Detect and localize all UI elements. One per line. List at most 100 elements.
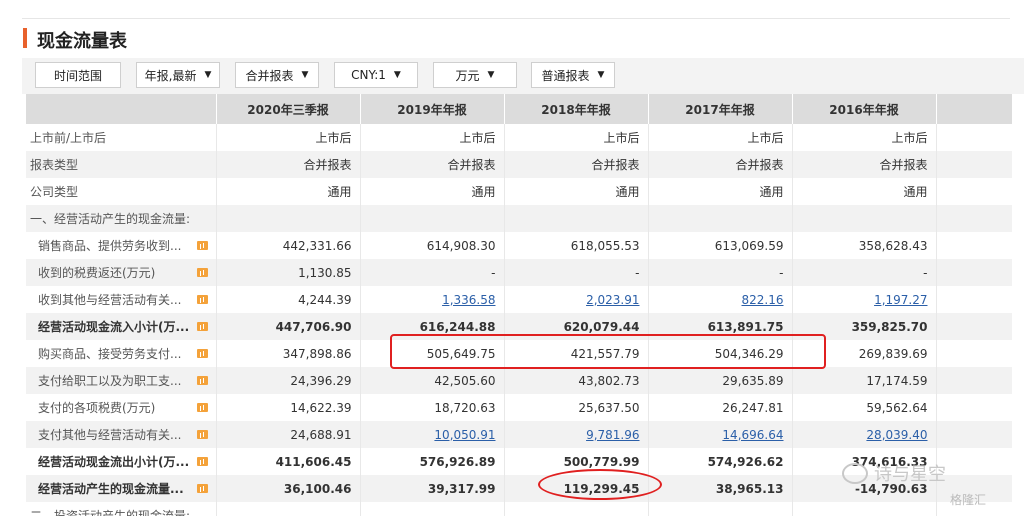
table-cell: 上市后 [504,124,649,151]
table-cell [504,502,649,516]
table-cell[interactable]: 822.16 [648,286,793,313]
caret-down-icon: ▼ [597,70,605,80]
table-cell: 合并报表 [648,151,793,178]
cell-value: 358,628.43 [858,238,928,253]
watermark-source: 格隆汇 [950,493,987,507]
bar-chart-icon[interactable] [197,457,208,466]
cell-value: 上市后 [603,131,640,145]
row-label-text: 上市前/上市后 [30,131,107,145]
row-label: 报表类型 [26,151,217,178]
table-cell: - [792,259,937,286]
header-label-cell [26,94,217,124]
row-label: 经营活动产生的现金流量... [26,475,217,502]
filler-cell [936,421,1012,448]
table-cell[interactable]: 28,039.40 [792,421,937,448]
bar-chart-icon[interactable] [197,430,208,439]
cell-value: 通用 [903,185,928,199]
value-link[interactable]: 14,696.64 [722,428,783,442]
bar-chart-icon[interactable] [197,295,208,304]
currency-dropdown[interactable]: CNY:1 ▼ [334,62,418,88]
currency-value: CNY:1 [351,68,386,82]
cell-value: 上市后 [459,131,496,145]
table-cell: 上市后 [648,124,793,151]
cell-value: 合并报表 [591,158,640,172]
column-header[interactable]: 2017年年报 [648,94,793,124]
table-cell[interactable]: 14,696.64 [648,421,793,448]
table-cell[interactable]: 2,023.91 [504,286,649,313]
table-row: 二、投资活动产生的现金流量: [26,502,1012,516]
column-header[interactable]: 2020年三季报 [216,94,361,124]
row-label-text: 一、经营活动产生的现金流量: [30,212,191,226]
row-label: 支付给职工以及为职工支... [26,367,217,394]
column-header[interactable]: 2016年年报 [792,94,937,124]
column-header[interactable]: 2018年年报 [504,94,649,124]
table-cell[interactable]: 1,336.58 [360,286,505,313]
table-cell: 26,247.81 [648,394,793,421]
time-range-label: 时间范围 [53,68,102,83]
row-label-text: 经营活动现金流出小计(万... [38,455,190,469]
row-label-text: 支付的各项税费(万元) [38,401,156,415]
cell-value: 上市后 [315,131,352,145]
table-cell: 447,706.90 [216,313,361,340]
cell-value: 合并报表 [879,158,928,172]
value-link[interactable]: 28,039.40 [866,428,927,442]
value-link[interactable]: 1,197.27 [874,293,927,307]
table-cell[interactable]: 1,197.27 [792,286,937,313]
time-range-button[interactable]: 时间范围 [35,62,121,88]
header-filler-cell [936,94,1012,124]
row-label-text: 支付给职工以及为职工支... [38,374,182,388]
table-cell [360,205,505,232]
highlight-ellipse [538,469,662,500]
cell-value: 442,331.66 [282,238,352,253]
table-cell: 59,562.64 [792,394,937,421]
table-cell[interactable]: 10,050.91 [360,421,505,448]
row-label-text: 报表类型 [30,158,79,172]
table-header-row: 2020年三季报 2019年年报 2018年年报 2017年年报 2016年年报 [26,94,1012,124]
report-type-value: 普通报表 [541,68,590,83]
table-cell [216,205,361,232]
report-period-dropdown[interactable]: 年报,最新 ▼ [136,62,220,88]
value-link[interactable]: 1,336.58 [442,293,495,307]
cell-value: 614,908.30 [426,238,496,253]
table-row: 收到的税费返还(万元) 1,130.85 - - - - [26,259,1012,286]
value-link[interactable]: 10,050.91 [434,428,495,442]
bar-chart-icon[interactable] [197,484,208,493]
cell-value: 359,825.70 [851,319,928,334]
report-type-dropdown[interactable]: 普通报表 ▼ [531,62,615,88]
bar-chart-icon[interactable] [197,268,208,277]
value-link[interactable]: 2,023.91 [586,293,639,307]
table-cell: 38,965.13 [648,475,793,502]
table-cell: 42,505.60 [360,367,505,394]
report-scope-dropdown[interactable]: 合并报表 ▼ [235,62,319,88]
report-scope-value: 合并报表 [245,68,294,83]
bar-chart-icon[interactable] [197,241,208,250]
cell-value: 上市后 [747,131,784,145]
value-link[interactable]: 9,781.96 [586,428,639,442]
bar-chart-icon[interactable] [197,376,208,385]
unit-dropdown[interactable]: 万元 ▼ [433,62,517,88]
cell-value: 通用 [471,185,496,199]
table-cell: 通用 [216,178,361,205]
cell-value: 36,100.46 [283,481,352,496]
cell-value: 347,898.86 [282,346,352,361]
cell-value: 24,396.29 [290,373,352,388]
row-label: 公司类型 [26,178,217,205]
table-cell [504,205,649,232]
bar-chart-icon[interactable] [197,322,208,331]
table-cell: - [360,259,505,286]
table-cell: 17,174.59 [792,367,937,394]
caret-down-icon: ▼ [487,70,495,80]
column-header[interactable]: 2019年年报 [360,94,505,124]
row-label-text: 二、投资活动产生的现金流量: [30,509,191,516]
row-label-text: 经营活动产生的现金流量... [38,482,184,496]
table-cell: 576,926.89 [360,448,505,475]
cell-value: 620,079.44 [563,319,640,334]
bar-chart-icon[interactable] [197,349,208,358]
bar-chart-icon[interactable] [197,403,208,412]
table-cell: 4,244.39 [216,286,361,313]
table-cell[interactable]: 9,781.96 [504,421,649,448]
row-label-text: 经营活动现金流入小计(万... [38,320,190,334]
cell-value: 616,244.88 [419,319,496,334]
unit-value: 万元 [455,68,480,83]
value-link[interactable]: 822.16 [742,293,784,307]
